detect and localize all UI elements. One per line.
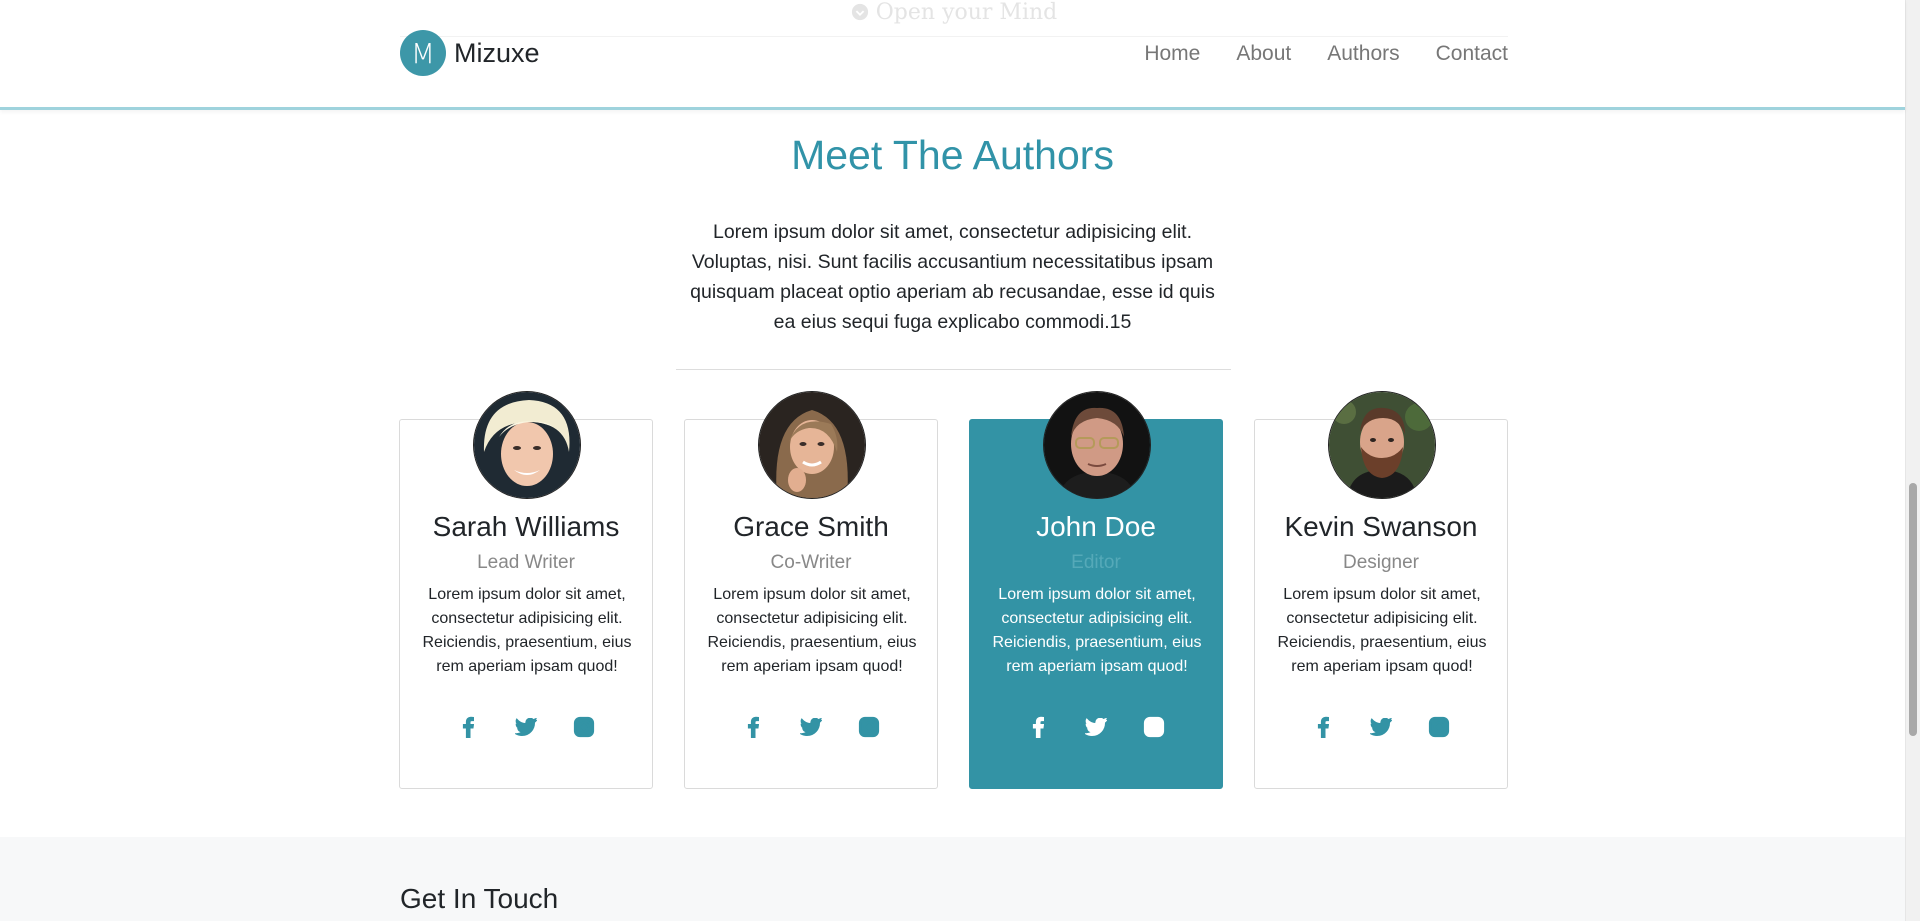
nav-contact[interactable]: Contact: [1436, 42, 1508, 66]
author-card-kevin-swanson: Kevin Swanson Designer Lorem ipsum dolor…: [1254, 391, 1508, 789]
author-role: Designer: [1342, 552, 1420, 573]
instagram-icon[interactable]: [1141, 714, 1167, 740]
nav-authors[interactable]: Authors: [1327, 42, 1399, 66]
author-bio: Lorem ipsum dolor sit amet, consectetur …: [707, 586, 917, 675]
author-role: Co-Writer: [770, 552, 852, 573]
author-bio: Lorem ipsum dolor sit amet, consectetur …: [992, 586, 1202, 675]
twitter-icon[interactable]: [798, 714, 824, 740]
avatar: [1043, 391, 1151, 499]
twitter-icon[interactable]: [513, 714, 539, 740]
scrollbar-thumb[interactable]: [1909, 483, 1917, 736]
navbar: Open your Mind M Mizuxe Home About Autho…: [0, 0, 1905, 110]
nav-home[interactable]: Home: [1144, 42, 1200, 66]
author-bio: Lorem ipsum dolor sit amet, consectetur …: [1277, 586, 1487, 675]
brand[interactable]: M Mizuxe: [400, 30, 540, 76]
navbar-separator: [400, 36, 1508, 37]
contact-section: Get In Touch: [0, 837, 1905, 921]
brand-name[interactable]: Mizuxe: [454, 38, 540, 69]
author-name: Sarah Williams: [432, 511, 620, 542]
brand-logo[interactable]: M: [400, 30, 446, 76]
author-card-grace-smith: Grace Smith Co-Writer Lorem ipsum dolor …: [684, 391, 938, 789]
social-links: [970, 714, 1222, 740]
page: Open your Mind M Mizuxe Home About Autho…: [0, 0, 1905, 921]
social-links: [400, 714, 652, 740]
vertical-scrollbar[interactable]: [1905, 0, 1920, 921]
avatar: [758, 391, 866, 499]
author-name: John Doe: [1036, 511, 1156, 542]
section-title: Meet The Authors: [791, 132, 1114, 178]
avatar: [1328, 391, 1436, 499]
twitter-icon[interactable]: [1368, 714, 1394, 740]
facebook-icon[interactable]: [455, 714, 481, 740]
arrow-circle-icon: [851, 0, 876, 25]
section-intro: Lorem ipsum dolor sit amet, consectetur …: [690, 221, 1215, 333]
instagram-icon[interactable]: [1426, 714, 1452, 740]
tagline: Open your Mind: [400, 0, 1508, 26]
instagram-icon[interactable]: [856, 714, 882, 740]
facebook-icon[interactable]: [740, 714, 766, 740]
tagline-text: Open your Mind: [875, 0, 1058, 25]
instagram-icon[interactable]: [571, 714, 597, 740]
author-card-sarah-williams: Sarah Williams Lead Writer Lorem ipsum d…: [399, 391, 653, 789]
social-links: [685, 714, 937, 740]
social-links: [1255, 714, 1507, 740]
nav-about[interactable]: About: [1236, 42, 1291, 66]
author-bio: Lorem ipsum dolor sit amet, consectetur …: [422, 586, 632, 675]
author-name: Kevin Swanson: [1284, 511, 1478, 542]
author-card-john-doe: John Doe Editor Lorem ipsum dolor sit am…: [969, 391, 1223, 789]
facebook-icon[interactable]: [1025, 714, 1051, 740]
nav-menu: Home About Authors Contact: [1108, 42, 1508, 66]
avatar: [473, 391, 581, 499]
facebook-icon[interactable]: [1310, 714, 1336, 740]
author-role: Lead Writer: [477, 552, 575, 573]
twitter-icon[interactable]: [1083, 714, 1109, 740]
author-role: Editor: [1071, 552, 1121, 573]
contact-title: Get In Touch: [400, 883, 559, 914]
author-name: Grace Smith: [733, 511, 889, 542]
section-divider: [676, 369, 1231, 370]
